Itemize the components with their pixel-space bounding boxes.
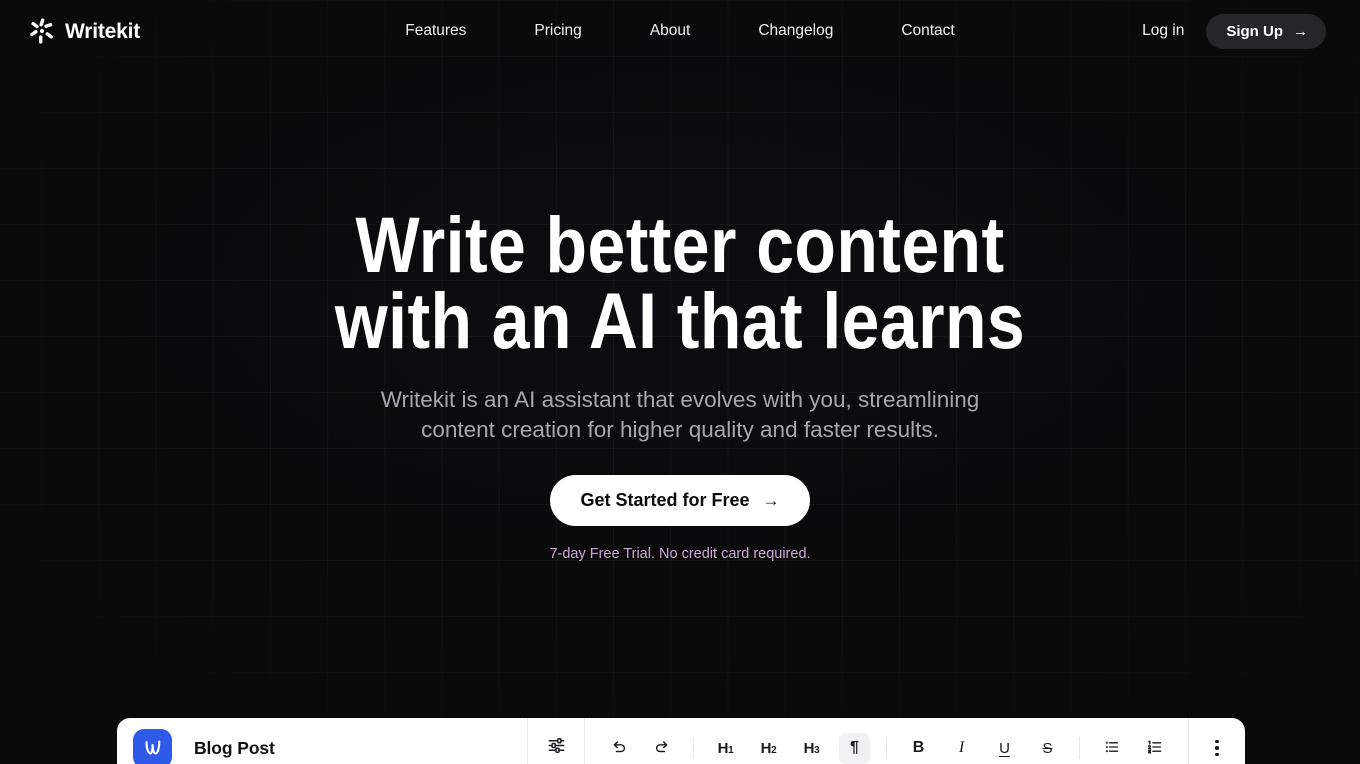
document-header: Blog Post (117, 718, 528, 764)
editor-preview-card: Blog Post H 1 H 2 H 3 ¶ B I U S (117, 718, 1245, 764)
bullet-list-icon (1103, 738, 1121, 759)
hero-section: Write better content with an AI that lea… (0, 0, 1360, 562)
log-in-link[interactable]: Log in (1142, 22, 1184, 40)
headline-line-1: Write better content (355, 200, 1005, 289)
nav-item-changelog[interactable]: Changelog (724, 16, 867, 46)
heading-1-level: 1 (728, 744, 734, 756)
sign-up-button[interactable]: Sign Up → (1206, 13, 1326, 49)
brand-logo[interactable]: Writekit (28, 17, 140, 45)
heading-3-icon: H3 (803, 739, 820, 757)
free-trial-note: 7-day Free Trial. No credit card require… (549, 545, 811, 562)
writekit-pinwheel-logo-icon (28, 17, 56, 45)
nav-item-contact[interactable]: Contact (867, 16, 988, 46)
redo-icon (653, 738, 671, 759)
writekit-app-icon (133, 728, 172, 764)
sign-up-label: Sign Up (1226, 22, 1283, 40)
landing-page: Writekit Features Pricing About Changelo… (0, 0, 1360, 764)
auth-actions: Log in Sign Up → (1142, 13, 1326, 49)
italic-icon: I (958, 739, 965, 756)
toolbar-divider (1079, 737, 1080, 759)
redo-button[interactable] (646, 733, 677, 764)
ordered-list-icon (1146, 738, 1164, 759)
strikethrough-icon: S (1042, 739, 1053, 757)
toolbar-divider (693, 737, 694, 759)
ordered-list-button[interactable] (1139, 733, 1170, 764)
site-header: Writekit Features Pricing About Changelo… (0, 0, 1360, 62)
strikethrough-button[interactable]: S (1032, 733, 1063, 764)
underline-button[interactable]: U (989, 733, 1020, 764)
headline-line-2: with an AI that learns (334, 275, 1026, 365)
undo-button[interactable] (603, 733, 634, 764)
heading-1-icon: H1 (717, 739, 734, 757)
undo-icon (610, 738, 628, 759)
kebab-dot (1215, 746, 1219, 750)
more-options-button[interactable] (1188, 718, 1245, 764)
get-started-label: Get Started for Free (580, 489, 750, 510)
brand-name: Writekit (65, 19, 141, 43)
underline-icon: U (999, 739, 1010, 757)
arrow-right-icon: → (762, 490, 780, 510)
toolbar-divider (886, 737, 887, 759)
bold-button[interactable]: B (903, 733, 934, 764)
formatting-toolbar: H1 H2 H3 ¶ B I U S (585, 718, 1188, 764)
heading-1-button[interactable]: H1 (710, 733, 741, 764)
bullet-list-button[interactable] (1096, 733, 1127, 764)
nav-item-features[interactable]: Features (371, 16, 500, 46)
nav-item-about[interactable]: About (616, 16, 725, 46)
paragraph-icon: ¶ (850, 739, 859, 756)
page-title: Write better content with an AI that lea… (95, 200, 1265, 365)
hero-subheading: Writekit is an AI assistant that evolves… (380, 386, 980, 442)
heading-2-icon: H2 (760, 739, 777, 757)
kebab-dot (1215, 752, 1219, 756)
kebab-dot (1215, 740, 1219, 744)
heading-2-level: 2 (771, 744, 777, 756)
settings-button[interactable] (528, 718, 585, 764)
heading-2-button[interactable]: H2 (753, 733, 784, 764)
paragraph-button[interactable]: ¶ (839, 732, 870, 764)
heading-3-level: 3 (814, 744, 820, 756)
get-started-button[interactable]: Get Started for Free → (550, 474, 810, 526)
document-title: Blog Post (194, 737, 275, 758)
heading-3-button[interactable]: H3 (796, 733, 827, 764)
bold-icon: B (912, 739, 925, 756)
italic-button[interactable]: I (946, 733, 977, 764)
sliders-icon (547, 736, 566, 760)
nav-item-pricing[interactable]: Pricing (500, 16, 615, 46)
more-vertical-icon (1215, 740, 1219, 756)
arrow-right-icon: → (1293, 22, 1308, 40)
cta-container: Get Started for Free → (0, 474, 1360, 526)
